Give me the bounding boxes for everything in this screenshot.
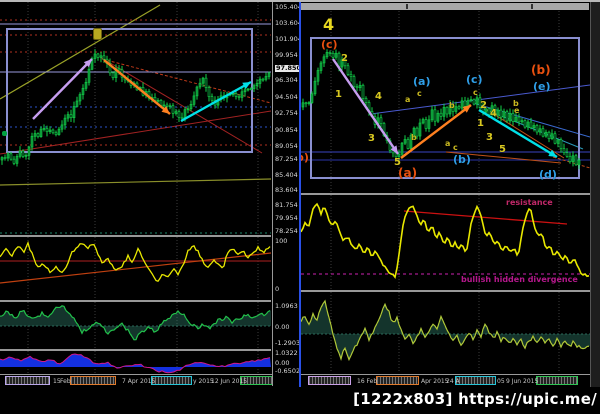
wave-label: 3 (486, 132, 493, 143)
highlighted-date-range (308, 376, 351, 385)
highlighted-date-range (151, 376, 192, 385)
highlighted-date-range (5, 376, 50, 385)
time-axis-date: 24 A (446, 378, 460, 385)
wave-label: 1 (335, 89, 342, 100)
highlighted-date-range (536, 376, 578, 385)
left-price-axis: 105.404 103.604 101.904 99.954 97.850 96.304 9… (272, 2, 303, 386)
time-axis-date: 9 Jun 2015 (506, 378, 539, 385)
axis-price-label: 78.254 (275, 227, 298, 235)
left-oscillator-pane[interactable] (0, 237, 271, 300)
right-time-axis[interactable]: 16 Feb Apr 2015 24 A 05 9 Jun 2015 (301, 374, 590, 388)
axis-price-label: 0.00 (275, 323, 290, 331)
highlighted-date-range (455, 376, 496, 385)
axis-price-label: 94.504 (275, 93, 298, 101)
left-price-chart[interactable] (0, 2, 271, 235)
wave-label: (b) (301, 151, 309, 164)
axis-price-label: -0.6502 (275, 367, 301, 375)
wave-label: b (411, 133, 417, 142)
axis-price-label: 0.00 (275, 359, 290, 367)
wave-label: (a) (398, 166, 418, 180)
axis-price-label: 103.604 (275, 19, 302, 27)
wave-label: a (445, 139, 451, 148)
left-histogram-pane[interactable] (0, 302, 271, 349)
time-axis-date: 16 Feb (357, 378, 378, 385)
axis-price-label: 90.854 (275, 126, 298, 134)
wave-label: (c) (466, 73, 483, 86)
wave-label: 2 (341, 53, 348, 64)
titlebar-tick (531, 4, 533, 9)
wave-label: c (473, 88, 478, 97)
trading-platform-screenshot: 15 Feb 7 Apr 2015 y 2015 12 Jun 2015 105.404… (0, 0, 600, 414)
right-oscillator-pane[interactable]: resistance bullish hidden divergence (301, 195, 590, 290)
left-signal-area-pane[interactable] (0, 351, 271, 374)
axis-price-label: 83.604 (275, 186, 298, 194)
wave-label: 3 (368, 133, 375, 144)
axis-price-label: 1.0322 (275, 349, 298, 357)
wave-label: resistance (506, 198, 553, 207)
wave-label: c (417, 89, 422, 98)
axis-price-label: 1.0963 (275, 302, 298, 310)
wave-label: bullish hidden divergence (461, 275, 578, 284)
wave-label: 4 (375, 91, 382, 102)
axis-price-label: 79.954 (275, 214, 298, 222)
wave-label: (b) (531, 63, 551, 77)
right-edge-strip (590, 2, 600, 387)
wave-label: e (514, 106, 520, 115)
wave-label: 2 (480, 100, 487, 111)
wave-label: 4 (490, 108, 497, 119)
axis-price-label: 92.754 (275, 109, 298, 117)
right-price-chart[interactable]: 4 (c) 2 1 4 3 5 (a) a c b b a c (c) c 2 4 1 3 5 b e (b) (e) (b) (a… (301, 11, 590, 193)
time-axis-date: Apr 2015 (421, 378, 449, 385)
time-axis-date: 05 (497, 378, 505, 385)
wave-label: 1 (477, 118, 484, 129)
axis-price-label: 81.754 (275, 201, 298, 209)
wave-label: (d) (539, 168, 557, 181)
time-axis-date: 12 Jun 2015 (211, 378, 248, 385)
axis-price-label: 87.254 (275, 155, 298, 163)
highlighted-date-range (70, 376, 116, 385)
axis-price-label: 99.954 (275, 51, 298, 59)
wave-label: (c) (321, 38, 338, 51)
left-time-axis[interactable]: 15 Feb 7 Apr 2015 y 2015 12 Jun 2015 (0, 374, 299, 388)
axis-price-label: 100 (275, 237, 288, 245)
chart-flag-icon (93, 28, 102, 40)
wave-label: c (453, 143, 458, 152)
wave-label: (e) (533, 80, 551, 93)
wave-label: a (405, 95, 411, 104)
titlebar-tick (406, 4, 408, 9)
wave-label: 5 (499, 144, 506, 155)
axis-price-label: 89.054 (275, 142, 298, 150)
buy-marker-icon (2, 131, 7, 136)
wave-label: 4 (323, 15, 335, 34)
time-axis-date: Feb (60, 378, 71, 385)
wave-label: b (449, 101, 455, 110)
watermark: [1222x803] https://upic.me/ (353, 390, 597, 408)
axis-price-label: 101.904 (275, 35, 302, 43)
right-window-titlebar[interactable] (301, 3, 589, 10)
axis-price-label: -1.2903 (275, 339, 301, 347)
right-histogram-pane[interactable] (301, 292, 590, 372)
axis-price-label: 85.404 (275, 171, 298, 179)
axis-price-label: 0 (275, 285, 280, 293)
wave-label: (a) (413, 75, 431, 88)
highlighted-date-range (376, 376, 419, 385)
axis-price-label: 96.304 (275, 76, 298, 84)
axis-price-label: 105.404 (275, 3, 302, 11)
time-axis-date: 7 Apr 2015 (122, 378, 156, 385)
wave-label: (b) (453, 153, 471, 166)
